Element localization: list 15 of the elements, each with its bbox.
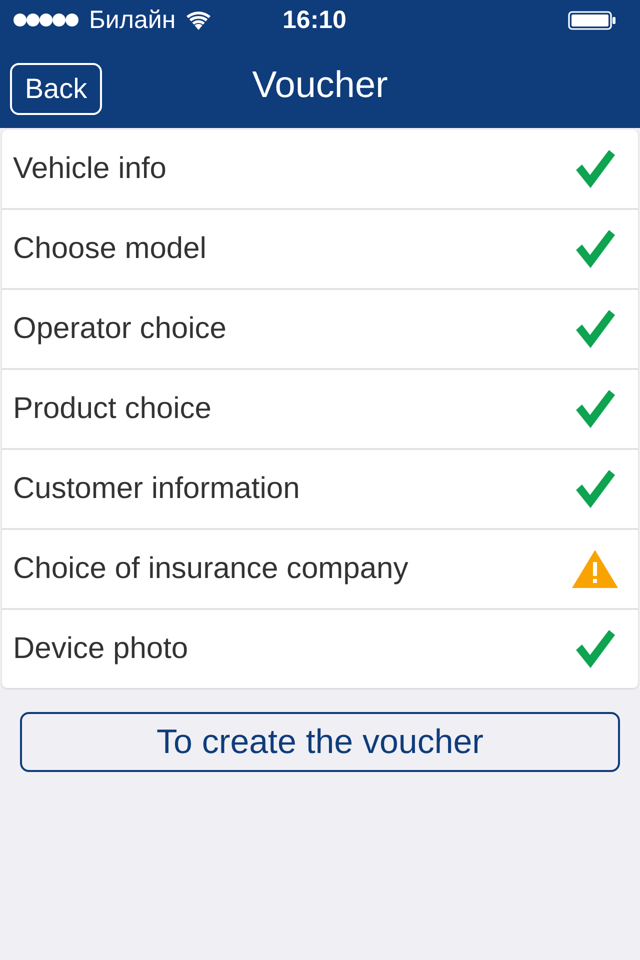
screen-title: Voucher <box>252 63 388 107</box>
step-item[interactable]: Customer information <box>2 450 638 530</box>
step-item[interactable]: Operator choice <box>2 290 638 370</box>
battery-icon <box>568 10 616 30</box>
signal-dots-icon <box>13 13 79 27</box>
back-button[interactable]: Back <box>10 63 102 115</box>
step-item[interactable]: Product choice <box>2 370 638 450</box>
step-item[interactable]: Device photo <box>2 610 638 688</box>
create-voucher-button[interactable]: To create the voucher <box>20 712 620 772</box>
step-item[interactable]: Vehicle info <box>2 130 638 210</box>
carrier-name: Билайн <box>89 5 176 35</box>
status-time: 16:10 <box>282 5 346 35</box>
wifi-icon <box>186 10 211 30</box>
step-item[interactable]: Choose model <box>2 210 638 290</box>
step-item[interactable]: Choice of insurance company <box>2 530 638 610</box>
